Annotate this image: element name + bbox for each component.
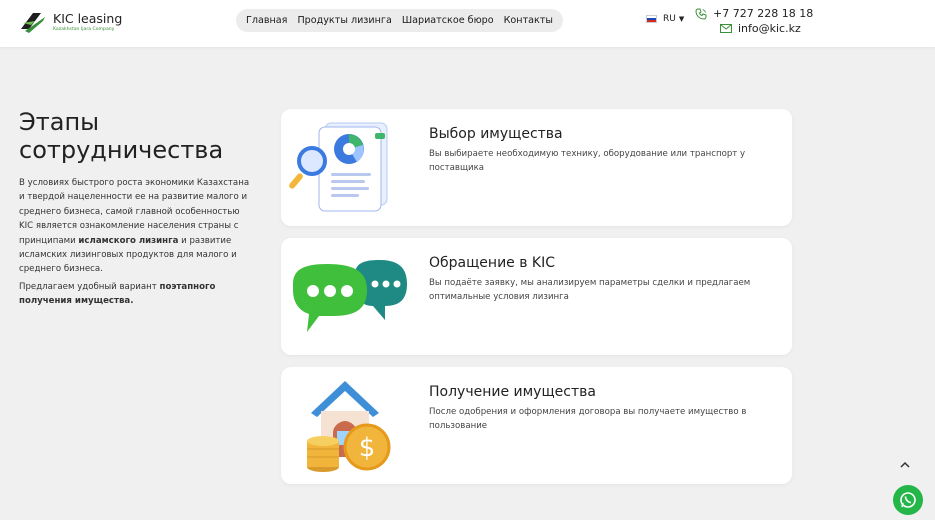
email-link[interactable]: info@kic.kz	[695, 21, 813, 36]
chat-bubbles-icon	[293, 260, 407, 332]
whatsapp-button[interactable]	[893, 485, 923, 515]
logo-title: KIC leasing	[53, 10, 123, 26]
step-card-application: Обращение в KIC Вы подаёте заявку, мы ан…	[281, 238, 792, 355]
logo[interactable]: KIC leasing Kazakhstan Ijara Company	[19, 8, 122, 36]
intro-paragraph: В условиях быстрого роста экономики Каза…	[19, 178, 250, 275]
document-magnifier-icon	[289, 122, 388, 212]
russia-flag-icon	[646, 15, 657, 23]
svg-text:$: $	[359, 433, 376, 463]
nav-leasing-products[interactable]: Продукты лизинга	[297, 15, 391, 26]
house-coins-icon: $	[307, 381, 391, 472]
logo-subtitle: Kazakhstan Ijara Company	[53, 26, 115, 32]
contacts-block: +7 727 228 18 18 info@kic.kz	[695, 6, 813, 36]
language-selector[interactable]: RU ▼	[646, 14, 684, 24]
intro-bold-term: исламского лизинга	[78, 235, 179, 246]
step-description: После одобрения и оформления договора вы…	[429, 407, 747, 431]
logo-mark-icon	[21, 13, 45, 33]
page-title: Этапы сотрудничества	[19, 108, 224, 164]
scroll-to-top-button[interactable]	[900, 458, 910, 471]
main-nav: Главная Продукты лизинга Шариатское бюро…	[236, 9, 564, 32]
step-title: Выбор имущества	[429, 126, 563, 142]
phone-number: +7 727 228 18 18	[713, 7, 814, 20]
step-title: Получение имущества	[429, 384, 596, 400]
nav-sharia-board[interactable]: Шариатское бюро	[402, 15, 494, 26]
step-description: Вы выбираете необходимую технику, оборуд…	[429, 149, 746, 173]
step-description: Вы подаёте заявку, мы анализируем параме…	[429, 278, 751, 302]
language-label: RU	[663, 14, 676, 24]
phone-icon	[695, 8, 707, 20]
mail-icon	[720, 24, 732, 33]
intro-offer-paragraph: Предлагаем удобный вариант поэтапного по…	[19, 281, 216, 307]
nav-contacts[interactable]: Контакты	[504, 15, 553, 26]
step-card-receipt: $ Получение имущества После одобрения и …	[281, 367, 792, 484]
phone-link[interactable]: +7 727 228 18 18	[695, 6, 813, 21]
site-header: KIC leasing Kazakhstan Ijara Company Гла…	[0, 0, 935, 47]
step-title: Обращение в KIC	[429, 255, 556, 271]
step-card-selection: Выбор имущества Вы выбираете необходимую…	[281, 109, 792, 226]
whatsapp-icon	[900, 492, 916, 508]
chevron-up-icon	[900, 461, 910, 468]
intro-section: Этапы сотрудничества В условиях быстрого…	[19, 108, 254, 309]
nav-home[interactable]: Главная	[246, 15, 287, 26]
email-address: info@kic.kz	[738, 22, 801, 35]
chevron-down-icon: ▼	[678, 15, 685, 23]
